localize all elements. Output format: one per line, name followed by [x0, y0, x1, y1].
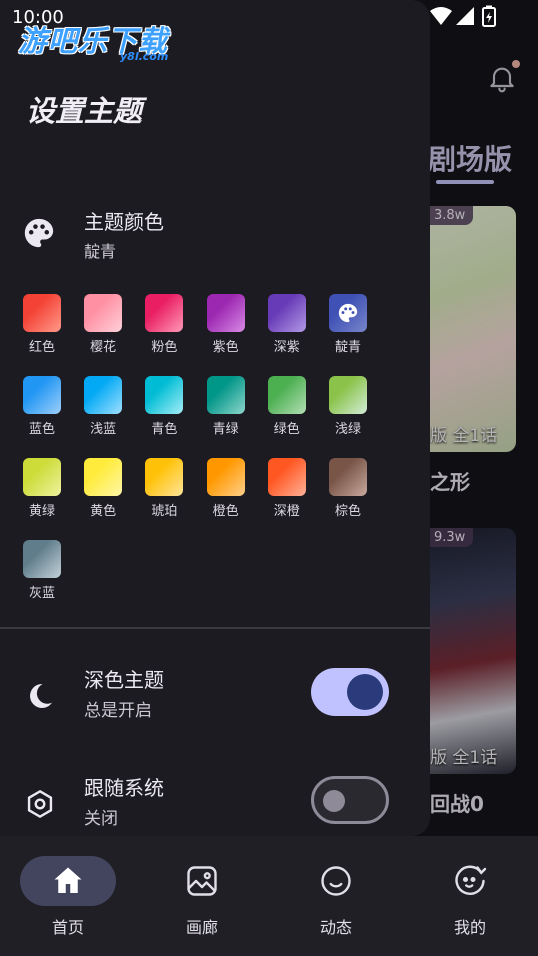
swatch-chip — [23, 540, 61, 578]
wifi-icon — [430, 7, 452, 25]
nav-item-profile[interactable]: 我的 — [402, 836, 536, 956]
hexagon-settings-icon — [27, 789, 53, 819]
home-icon — [54, 867, 82, 893]
color-swatch[interactable]: 橙色 — [206, 458, 246, 522]
swatch-label: 深橙 — [273, 504, 300, 519]
swatch-chip — [206, 458, 245, 496]
watermark-logo: 游吧乐下载 y8l.com — [18, 24, 169, 63]
follow-system-label: 跟随系统 — [84, 776, 164, 800]
swatch-label: 棕色 — [334, 504, 361, 519]
dark-theme-toggle[interactable] — [311, 668, 389, 716]
swatch-chip — [206, 294, 245, 332]
nav-item-feed[interactable]: 动态 — [268, 836, 402, 956]
dark-theme-label: 深色主题 — [84, 668, 164, 692]
swatch-chip — [329, 294, 367, 332]
swatch-chip — [23, 376, 61, 414]
swatch-label: 黄色 — [90, 504, 117, 519]
swatch-chip — [329, 376, 367, 414]
color-swatch[interactable]: 灰蓝 — [22, 540, 62, 604]
theme-color-row: 主题颜色 靛青 — [22, 200, 402, 270]
swatch-chip — [267, 376, 306, 414]
swatch-label: 红色 — [28, 340, 55, 355]
color-swatch[interactable]: 琥珀 — [144, 458, 184, 522]
color-swatch[interactable]: 浅绿 — [328, 376, 368, 440]
swatch-label: 蓝色 — [28, 422, 55, 437]
swatch-chip — [329, 458, 367, 496]
color-swatch[interactable]: 棕色 — [328, 458, 368, 522]
dark-theme-row[interactable]: 深色主题 总是开启 — [22, 660, 402, 730]
swatch-chip — [267, 458, 306, 496]
nav-item-gallery[interactable]: 画廊 — [134, 836, 268, 956]
color-swatch[interactable]: 紫色 — [206, 294, 246, 358]
swatch-label: 黄绿 — [28, 504, 55, 519]
swatch-label: 琥珀 — [151, 504, 178, 519]
toggle-knob — [323, 790, 345, 812]
color-swatch[interactable]: 青色 — [144, 376, 184, 440]
color-swatch[interactable]: 绿色 — [267, 376, 307, 440]
color-swatch[interactable]: 黄色 — [83, 458, 123, 522]
color-swatch[interactable]: 浅蓝 — [83, 376, 123, 440]
swatch-label: 青绿 — [212, 422, 239, 437]
follow-system-row[interactable]: 跟随系统 关闭 — [22, 768, 402, 838]
swatch-label: 粉色 — [151, 340, 178, 355]
swatch-label: 浅绿 — [334, 422, 361, 437]
battery-icon — [482, 5, 496, 27]
color-swatch[interactable]: 深紫 — [267, 294, 307, 358]
swatch-label: 灰蓝 — [28, 586, 55, 601]
palette-icon — [338, 303, 358, 323]
color-swatch[interactable]: 粉色 — [144, 294, 184, 358]
theme-color-value: 靛青 — [84, 242, 117, 261]
theme-drawer: 设置主题 主题颜色 靛青 红色 樱花 粉色 紫色 深紫 靛青蓝色 浅蓝 青色 青绿 绿色 浅绿黄绿 黄… — [0, 0, 430, 836]
color-swatch[interactable]: 黄绿 — [22, 458, 62, 522]
swatch-label: 浅蓝 — [90, 422, 117, 437]
moon-icon — [30, 683, 52, 708]
swatch-label: 紫色 — [212, 340, 239, 355]
drawer-title: 设置主题 — [26, 94, 143, 128]
color-swatch[interactable]: 蓝色 — [22, 376, 62, 440]
smile-icon — [321, 866, 351, 896]
nav-label: 动态 — [319, 918, 352, 937]
swatch-chip — [206, 376, 245, 414]
swatch-chip — [145, 458, 184, 496]
color-swatch[interactable]: 红色 — [22, 294, 62, 358]
swatch-chip — [84, 294, 123, 332]
swatch-chip — [84, 376, 123, 414]
divider — [0, 627, 430, 629]
swatch-label: 绿色 — [273, 422, 300, 437]
color-swatch[interactable]: 深橙 — [267, 458, 307, 522]
swatch-chip — [23, 294, 61, 332]
follow-system-toggle[interactable] — [311, 776, 389, 824]
color-swatch[interactable]: 靛青 — [328, 294, 368, 358]
nav-label: 我的 — [453, 918, 486, 937]
swatch-label: 深紫 — [273, 340, 300, 355]
swatch-label: 樱花 — [90, 340, 117, 355]
profile-icon — [455, 865, 487, 895]
swatch-chip — [267, 294, 306, 332]
color-swatch[interactable]: 青绿 — [206, 376, 246, 440]
status-icons — [430, 5, 496, 27]
bottom-nav: 首页 画廊 动态 我的 — [0, 836, 538, 956]
nav-label: 首页 — [51, 918, 84, 937]
color-swatch[interactable]: 樱花 — [83, 294, 123, 358]
nav-item-home[interactable]: 首页 — [0, 836, 134, 956]
nav-label: 画廊 — [185, 918, 218, 937]
toggle-knob — [347, 674, 383, 710]
swatch-chip — [84, 458, 123, 496]
palette-icon — [24, 218, 54, 248]
follow-system-value: 关闭 — [84, 809, 118, 829]
gallery-icon — [187, 866, 217, 896]
swatch-label: 靛青 — [334, 340, 361, 355]
swatch-chip — [145, 376, 184, 414]
theme-color-label: 主题颜色 — [84, 210, 164, 234]
dark-theme-value: 总是开启 — [84, 701, 152, 721]
swatch-label: 橙色 — [212, 504, 239, 519]
swatch-chip — [145, 294, 184, 332]
swatch-chip — [23, 458, 61, 496]
swatch-label: 青色 — [151, 422, 178, 437]
signal-icon — [456, 7, 474, 25]
